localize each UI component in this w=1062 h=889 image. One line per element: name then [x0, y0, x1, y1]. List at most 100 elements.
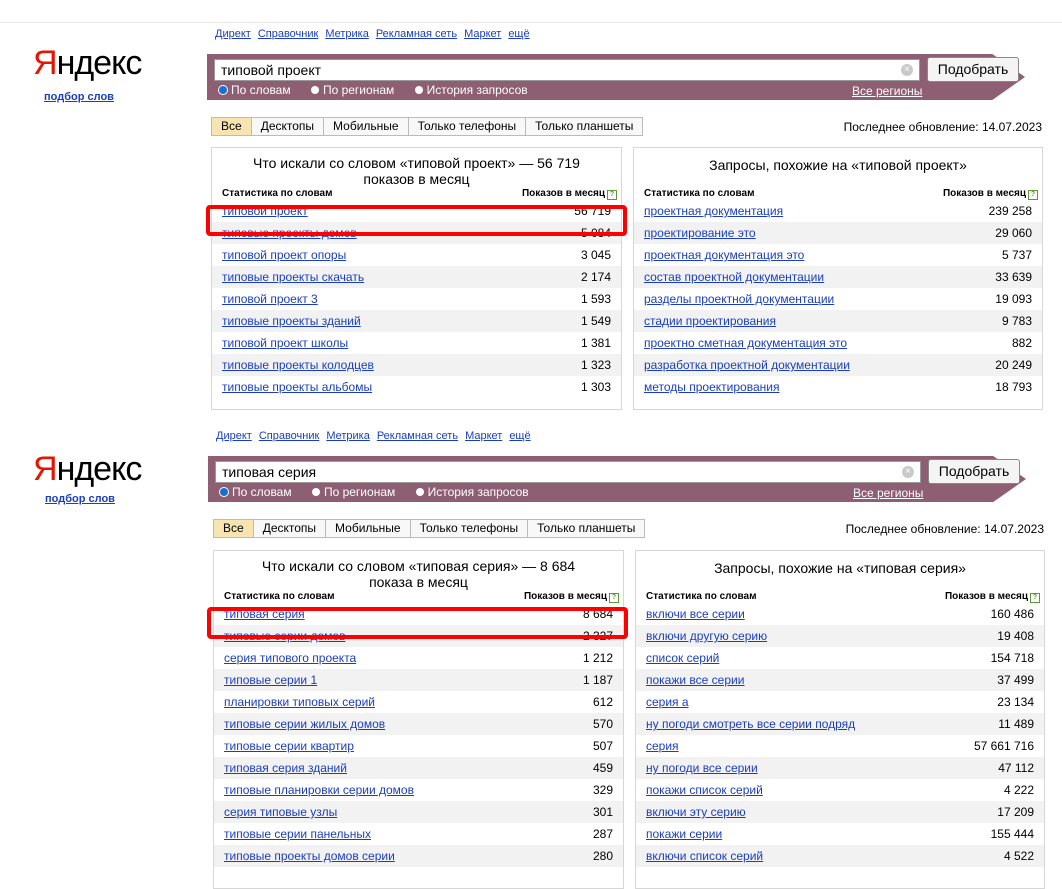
tab-all[interactable]: Все: [214, 520, 253, 537]
shows-count: 20 249: [995, 358, 1032, 372]
search-input[interactable]: типовая серия ×: [215, 461, 921, 483]
keyword-link[interactable]: включи все серии: [646, 603, 745, 625]
keyword-link[interactable]: типовой проект опоры: [222, 244, 346, 266]
help-icon[interactable]: ?: [1028, 190, 1038, 200]
keyword-link[interactable]: типовые серии квартир: [224, 735, 354, 757]
radio-by-regions[interactable]: По регионам: [310, 83, 394, 97]
keyword-link[interactable]: планировки типовых серий: [224, 691, 375, 713]
tab-desktops[interactable]: Десктопы: [252, 520, 326, 537]
table-row: серия типовые узлы 301: [214, 801, 623, 823]
subtitle-link[interactable]: подбор слов: [45, 493, 115, 505]
service-link[interactable]: Справочник: [258, 28, 319, 40]
service-link[interactable]: Метрика: [326, 430, 370, 442]
keyword-link[interactable]: ну погоди все серии: [646, 757, 758, 779]
yandex-logo[interactable]: Яндекс: [33, 44, 142, 83]
wordstat-panel-1: Яндекс подбор слов Директ Справочник Метри…: [0, 0, 1062, 410]
table-row: стадии проектирования 9 783: [634, 310, 1042, 332]
shows-count: 9 783: [1001, 314, 1032, 328]
table-row: разделы проектной документации 19 093: [634, 288, 1042, 310]
service-link[interactable]: Маркет: [465, 430, 502, 442]
table-row: серия 57 661 716: [636, 735, 1044, 757]
table-row: проектная документация это 5 737: [634, 244, 1042, 266]
keyword-link[interactable]: типовые проекты домов серии: [224, 845, 395, 867]
keyword-link[interactable]: типовые серии панельных: [224, 823, 371, 845]
keyword-link[interactable]: серия типового проекта: [224, 647, 356, 669]
regions-link[interactable]: Все регионы: [853, 486, 923, 500]
keyword-link[interactable]: типовые проекты колодцев: [222, 354, 374, 376]
help-icon[interactable]: ?: [609, 593, 619, 603]
tab-phones[interactable]: Только телефоны: [409, 520, 528, 537]
service-link[interactable]: Маркет: [464, 28, 501, 40]
keyword-link[interactable]: включи эту серию: [646, 801, 746, 823]
keyword-link[interactable]: покажи все серии: [646, 669, 744, 691]
table-row: методы проектирования 18 793: [634, 376, 1042, 398]
keyword-link[interactable]: серия а: [646, 691, 689, 713]
table-row: типовой проект школы 1 381: [212, 332, 621, 354]
table-row: покажи все серии 37 499: [636, 669, 1044, 691]
keyword-link[interactable]: список серий: [646, 647, 719, 669]
yandex-logo[interactable]: Яндекс: [33, 450, 142, 489]
keyword-link[interactable]: проектно сметная документация это: [644, 332, 847, 354]
keyword-link[interactable]: разделы проектной документации: [644, 288, 834, 310]
tab-mobile[interactable]: Мобильные: [325, 520, 410, 537]
tab-tablets[interactable]: Только планшеты: [527, 520, 645, 537]
radio-history[interactable]: История запросов: [414, 83, 528, 97]
keyword-link[interactable]: типовые планировки серии домов: [224, 779, 414, 801]
keyword-link[interactable]: состав проектной документации: [644, 266, 824, 288]
shows-count: 23 134: [997, 695, 1034, 709]
tab-all[interactable]: Все: [212, 118, 251, 135]
tab-desktops[interactable]: Десктопы: [250, 118, 324, 135]
regions-link[interactable]: Все регионы: [852, 84, 922, 98]
radio-by-words[interactable]: По словам: [220, 485, 292, 499]
radio-by-regions[interactable]: По регионам: [311, 485, 395, 499]
table-row: типовые серии квартир 507: [214, 735, 623, 757]
keyword-link[interactable]: покажи серии: [646, 823, 722, 845]
tab-mobile[interactable]: Мобильные: [323, 118, 408, 135]
shows-count: 1 323: [580, 358, 611, 372]
keyword-link[interactable]: типовые проекты альбомы: [222, 376, 372, 398]
keyword-link[interactable]: включи другую серию: [646, 625, 767, 647]
radio-history[interactable]: История запросов: [415, 485, 529, 499]
help-icon[interactable]: ?: [607, 190, 617, 200]
tab-phones[interactable]: Только телефоны: [407, 118, 526, 135]
service-link[interactable]: Директ: [216, 430, 252, 442]
keyword-link[interactable]: типовые проекты скачать: [222, 266, 364, 288]
keyword-link[interactable]: проектная документация: [644, 200, 783, 222]
keyword-link[interactable]: проектирование это: [644, 222, 756, 244]
keyword-link[interactable]: серия типовые узлы: [224, 801, 337, 823]
radio-by-words[interactable]: По словам: [219, 83, 291, 97]
service-link[interactable]: ещё: [509, 430, 530, 442]
keyword-link[interactable]: покажи список серий: [646, 779, 763, 801]
service-link[interactable]: Рекламная сеть: [377, 430, 458, 442]
help-icon[interactable]: ?: [1030, 593, 1040, 603]
keyword-link[interactable]: типовые серии жилых домов: [224, 713, 385, 735]
clear-icon[interactable]: ×: [901, 64, 913, 76]
keyword-link[interactable]: проектная документация это: [644, 244, 804, 266]
tab-tablets[interactable]: Только планшеты: [525, 118, 643, 135]
shows-count: 329: [592, 783, 613, 797]
keyword-link[interactable]: серия: [646, 735, 679, 757]
keyword-link[interactable]: типовой проект 3: [222, 288, 318, 310]
service-link[interactable]: Директ: [215, 28, 251, 40]
pick-button[interactable]: Подобрать: [928, 459, 1020, 484]
keyword-link[interactable]: типовой проект школы: [222, 332, 348, 354]
subtitle-link[interactable]: подбор слов: [44, 91, 114, 103]
service-link[interactable]: ещё: [508, 28, 529, 40]
keyword-link[interactable]: ну погоди смотреть все серии подряд: [646, 713, 855, 735]
table-row: состав проектной документации 33 639: [634, 266, 1042, 288]
clear-icon[interactable]: ×: [902, 466, 914, 478]
service-link[interactable]: Справочник: [259, 430, 320, 442]
keyword-link[interactable]: стадии проектирования: [644, 310, 776, 332]
keyword-link[interactable]: типовые серии 1: [224, 669, 317, 691]
service-link[interactable]: Рекламная сеть: [376, 28, 457, 40]
keyword-link[interactable]: разработка проектной документации: [644, 354, 850, 376]
table-row: покажи серии 155 444: [636, 823, 1044, 845]
table-row: разработка проектной документации 20 249: [634, 354, 1042, 376]
search-input[interactable]: типовой проект ×: [214, 59, 920, 81]
keyword-link[interactable]: включи список серий: [646, 845, 763, 867]
pick-button[interactable]: Подобрать: [927, 57, 1019, 82]
keyword-link[interactable]: типовая серия зданий: [224, 757, 347, 779]
keyword-link[interactable]: типовые проекты зданий: [222, 310, 361, 332]
keyword-link[interactable]: методы проектирования: [644, 376, 779, 398]
service-link[interactable]: Метрика: [325, 28, 369, 40]
